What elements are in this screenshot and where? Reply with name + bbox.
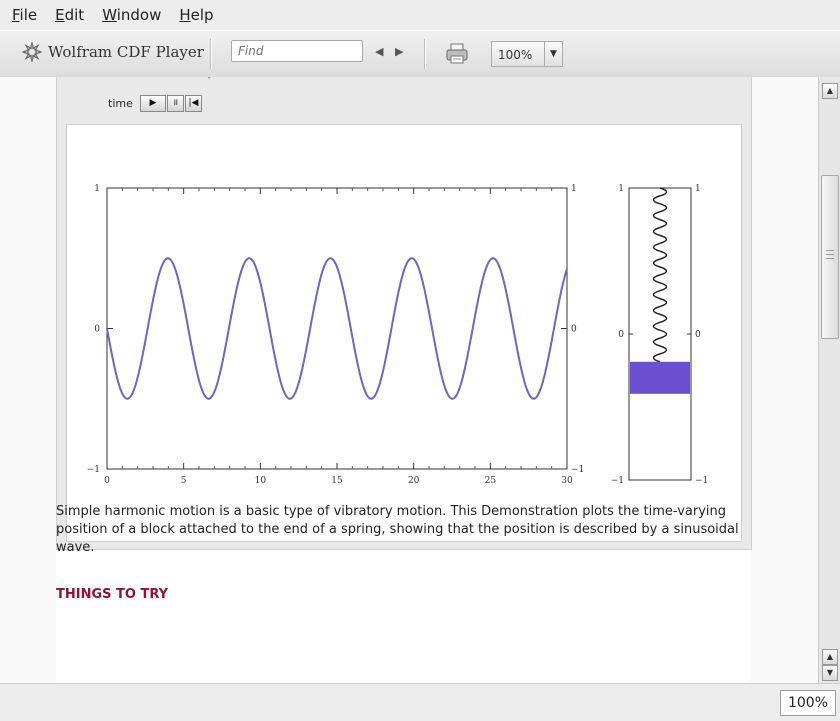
zoom-status[interactable]: 100% [780,690,836,716]
menu-window[interactable]: Window [102,6,161,24]
wolfram-logo-icon [22,42,42,62]
menu-file-accel: F [12,6,20,24]
zoom-select[interactable]: 100% ▼ [491,41,563,67]
sine-wave-series [106,257,568,400]
zoom-select-value: 100% [498,48,533,62]
plot-frame [106,187,568,470]
spring-frame [628,187,692,481]
menu-edit-label: dit [64,6,85,24]
things-to-try-heading: THINGS TO TRY [56,587,169,602]
play-button[interactable]: ▶ [140,95,166,112]
y-tick-label-left: 1 [94,184,100,194]
pause-icon: ॥ [172,98,179,108]
menu-file-label: ile [19,6,38,24]
y-tick-label-right: 0 [571,325,577,335]
reset-button[interactable]: |◀ [185,95,202,112]
vertical-scrollbar[interactable]: ▲ ▲ ▼ [818,77,840,683]
menu-help[interactable]: Help [179,6,213,24]
scroll-up-icon[interactable]: ▲ [822,649,838,665]
print-button[interactable] [445,43,469,69]
menu-window-label: indow [116,6,162,24]
x-tick-label: 30 [561,476,573,486]
spring-y-tick-label-left: −1 [611,476,624,486]
menu-help-accel: H [179,6,191,24]
y-tick-label-left: 0 [94,325,100,335]
scroll-up-icon[interactable]: ▲ [822,83,838,99]
find-input[interactable] [231,40,363,62]
app-logo: Wolfram CDF Player [22,42,204,62]
chevron-down-icon[interactable]: ▼ [544,42,562,66]
next-arrow-icon[interactable]: ▶ [395,45,403,58]
prev-arrow-icon[interactable]: ◀ [375,45,383,58]
spring-y-tick-label-left: 0 [618,330,624,340]
x-tick-label: 20 [408,476,420,486]
toolbar-separator [210,39,211,69]
panel-tick-mark: ˇ [207,77,212,87]
reset-icon: |◀ [188,98,199,108]
menu-file[interactable]: File [12,6,37,24]
time-label: time [108,97,133,110]
x-tick-label: 15 [331,476,343,486]
menu-edit[interactable]: Edit [55,6,84,24]
plot-area: 0 5 10 15 20 25 30 −1 −1 0 0 1 1 −1 −1 0 0 1 1 [66,124,742,542]
animation-controls: ▶ ॥ |◀ [140,95,203,112]
x-tick-label: 10 [255,476,267,486]
y-tick-label-left: −1 [87,465,100,475]
scroll-down-icon[interactable]: ▼ [822,665,838,681]
spring-block [630,361,690,394]
menu-bar: File Edit Window Help [0,0,840,30]
status-bar: 100% [0,683,840,721]
toolbar: Wolfram CDF Player ◀ ▶ 100% ▼ [0,30,840,78]
thumb-grip [826,250,834,251]
spring-coil [652,187,668,363]
x-tick-label: 5 [181,476,187,486]
menu-edit-accel: E [55,6,65,24]
spring-y-tick-label-right: 1 [695,184,701,194]
plots-svg: 0 5 10 15 20 25 30−1 −10 01 1−1 −10 01 1 [87,184,709,486]
play-icon: ▶ [149,98,157,108]
thumb-grip [826,258,834,259]
thumb-grip [826,254,834,255]
x-tick-label: 25 [485,476,497,486]
print-icon [446,43,468,64]
menu-help-label: elp [190,6,214,24]
spring-y-tick-label-right: −1 [695,476,708,486]
description-text: Simple harmonic motion is a basic type o… [56,504,739,555]
app-name: Wolfram CDF Player [48,43,204,61]
menu-window-accel: W [102,6,117,24]
y-tick-label-right: 1 [571,184,577,194]
right-margin [750,77,818,683]
scrollbar-thumb[interactable] [821,175,839,339]
toolbar-separator [424,39,425,69]
spring-y-tick-label-right: 0 [695,330,701,340]
y-tick-label-right: −1 [571,465,584,475]
zoom-status-value: 100% [787,695,829,711]
spring-y-tick-label-left: 1 [618,184,624,194]
pause-button[interactable]: ॥ [167,95,184,112]
x-tick-label: 0 [104,476,110,486]
left-margin [0,77,56,683]
